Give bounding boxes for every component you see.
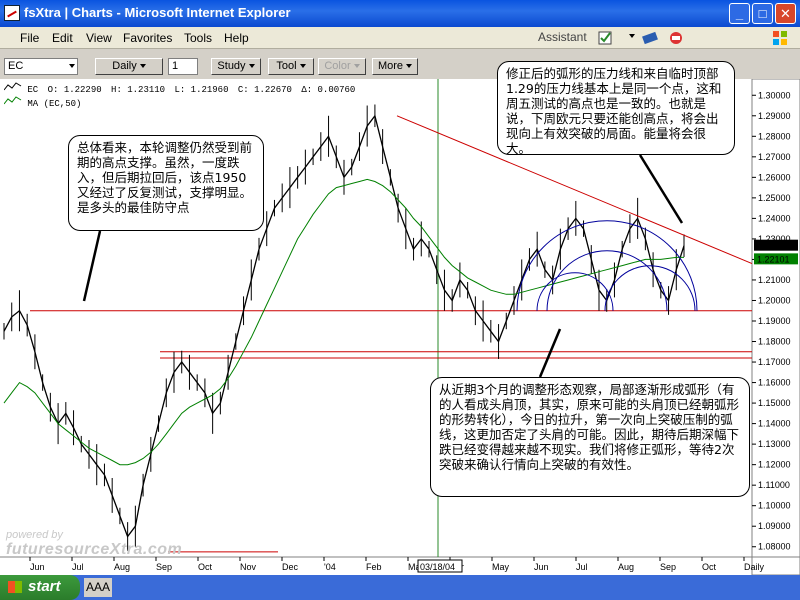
x-tick-label: Jun [534,562,549,572]
menu-help[interactable]: Help [224,31,249,45]
minimize-button[interactable]: _ [729,3,750,24]
y-tick-label: 1.18000 [758,337,791,347]
x-tick-label: Jul [72,562,84,572]
y-tick-label: 1.09000 [758,521,791,531]
start-button[interactable]: start [0,575,80,600]
menu-favorites[interactable]: Favorites [123,31,172,45]
ma-price-value: 1.22101 [757,254,790,264]
x-tick-label: Oct [702,562,717,572]
last-price-value: 1.22670 [757,241,790,251]
y-tick-label: 1.25000 [758,193,791,203]
status-text: AAA [84,578,113,597]
menu-tools[interactable]: Tools [184,31,212,45]
title-bar: fsXtra | Charts - Microsoft Internet Exp… [0,0,800,27]
x-tick-label: Jun [30,562,45,572]
chevron-down-icon [299,64,306,69]
windows-logo-icon [773,31,787,45]
x-tick-label: Nov [240,562,257,572]
checklist-icon[interactable] [598,30,614,46]
close-button[interactable]: ✕ [775,3,796,24]
chevron-down-icon [406,64,413,69]
watermark-line1: powered by [6,529,63,541]
tool-button[interactable]: Tool [268,58,314,75]
messenger-icon[interactable] [642,30,658,46]
annotation-pointer [538,328,562,378]
x-tick-label: Aug [618,562,634,572]
y-tick-label: 1.30000 [758,90,791,100]
y-tick-label: 1.29000 [758,111,791,121]
menu-edit[interactable]: Edit [52,31,73,45]
y-tick-label: 1.12000 [758,460,791,470]
y-tick-label: 1.19000 [758,316,791,326]
maximize-button[interactable]: □ [752,3,773,24]
y-tick-label: 1.21000 [758,275,791,285]
y-tick-label: 1.14000 [758,419,791,429]
more-button[interactable]: More [372,58,418,75]
y-tick-label: 1.17000 [758,357,791,367]
x-tick-label: Oct [198,562,213,572]
x-tick-label: Jul [576,562,588,572]
y-tick-label: 1.08000 [758,542,791,552]
annotation-bottom-right: 从近期3个月的调整形态观察，局部逐渐形成弧形（有的人看成头肩顶，其实，原来可能的… [430,377,750,497]
x-tick-label: Sep [156,562,172,572]
y-tick-label: 1.20000 [758,295,791,305]
color-button[interactable]: Color [318,58,366,75]
x-tick-label: Sep [660,562,676,572]
annotation-top-right: 修正后的弧形的压力线和来自临时顶部1.29的压力线基本上是同一个点，这和周五测试… [497,61,735,156]
x-tick-label: '04 [324,562,336,572]
color-label: Color [324,60,351,72]
symbol-value: EC [8,60,24,72]
y-tick-label: 1.13000 [758,439,791,449]
y-tick-label: 1.27000 [758,152,791,162]
study-button[interactable]: Study [211,58,261,75]
x-tick-label: Dec [282,562,299,572]
watermark: powered by futuresourceXtra.com [6,529,182,559]
tools-icon[interactable] [668,30,684,46]
tool-label: Tool [276,60,297,72]
window-title: fsXtra | Charts - Microsoft Internet Exp… [24,5,291,20]
y-tick-label: 1.28000 [758,131,791,141]
assistant-label[interactable]: Assistant [538,30,587,44]
chevron-down-icon [69,64,75,68]
annotation-pointer [82,230,102,302]
count-input[interactable]: 1 [168,58,198,75]
y-tick-label: 1.16000 [758,378,791,388]
period-button[interactable]: Daily [95,58,163,75]
chevron-down-icon [248,64,255,69]
arc-pattern [604,265,696,311]
menu-bar: File Edit View Favorites Tools Help Assi… [0,27,800,49]
watermark-line2: futuresourceXtra.com [6,541,183,558]
menu-view[interactable]: View [86,31,112,45]
taskbar: start AAA [0,575,800,600]
x-tick-label: Daily [744,562,765,572]
annotation-pointer [638,154,684,224]
menu-file[interactable]: File [20,31,39,45]
more-label: More [377,60,404,72]
chevron-down-icon [139,64,146,69]
annotation-left: 总体看来，本轮调整仍然受到前期的高点支撑。虽然，一度跌入，但后期拉回后，该点19… [68,135,264,231]
x-tick-label: Feb [366,562,382,572]
chevron-down-icon [353,64,360,69]
period-label: Daily [112,60,137,72]
study-label: Study [217,60,246,72]
y-tick-label: 1.11000 [758,480,790,490]
symbol-select[interactable]: EC [4,58,78,75]
chart-panel[interactable]: EC O: 1.22290 H: 1.23110 L: 1.21960 C: 1… [0,61,800,575]
x-tick-label: May [492,562,510,572]
y-tick-label: 1.15000 [758,398,791,408]
y-tick-label: 1.10000 [758,501,791,511]
date-marker-label: 03/18/04 [420,562,455,572]
x-tick-label: Aug [114,562,130,572]
y-tick-label: 1.24000 [758,213,791,223]
y-tick-label: 1.26000 [758,172,791,182]
assistant-dropdown-icon[interactable] [629,34,635,38]
app-icon [4,5,20,21]
